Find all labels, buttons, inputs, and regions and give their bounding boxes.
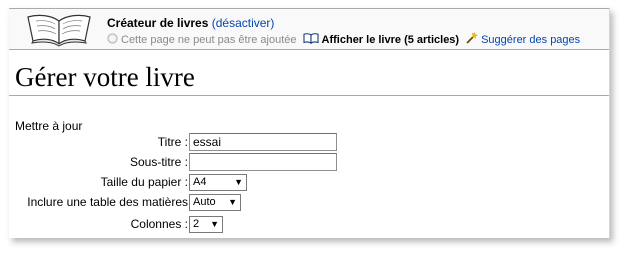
disabled-circle-icon [107,32,118,48]
suggest-pages-link[interactable]: Suggérer des pages [465,31,581,48]
dropdown-arrow-icon: ▼ [228,196,237,207]
deactivate-link[interactable]: (désactiver) [212,16,275,30]
paper-size-select[interactable]: A4 ▼ [189,173,247,191]
dropdown-arrow-icon: ▼ [210,218,219,229]
subtitle-row: Sous-titre : [9,152,609,172]
columns-row: Colonnes : 2 ▼ [9,214,609,234]
page-title: Gérer votre livre [15,62,195,92]
toc-value: Auto [193,195,216,208]
update-button[interactable]: Mettre à jour [15,119,82,133]
page-not-added-item: Cette page ne peut pas être ajoutée [107,32,297,48]
title-label: Titre : [157,135,188,149]
subtitle-label: Sous-titre : [129,155,188,169]
banner-actions: Cette page ne peut pas être ajoutée Affi… [107,31,586,48]
subtitle-input[interactable] [189,153,337,171]
columns-select[interactable]: 2 ▼ [189,215,223,233]
book-creator-banner: Créateur de livres (désactiver) Cette pa… [9,8,609,50]
magic-wand-icon [465,31,479,48]
book-creator-title: Créateur de livres [107,16,209,30]
columns-value: 2 [193,217,200,230]
show-book-link[interactable]: Afficher le livre (5 articles) [302,32,460,48]
title-input[interactable] [189,133,337,151]
paper-size-row: Taille du papier : A4 ▼ [9,172,609,192]
open-book-icon [24,11,94,52]
page-not-added-label: Cette page ne peut pas être ajoutée [121,33,297,46]
paper-size-label: Taille du papier : [100,175,188,189]
toc-select[interactable]: Auto ▼ [189,193,241,211]
heading-divider [9,95,609,96]
book-icon [302,32,319,48]
dropdown-arrow-icon: ▼ [234,176,243,187]
paper-size-value: A4 [193,175,207,188]
title-row: Titre : [9,132,609,152]
columns-label: Colonnes : [130,217,188,231]
toc-label: Inclure une table des matières [27,195,188,209]
toc-row: Inclure une table des matières Auto ▼ [9,192,609,212]
suggest-pages-label: Suggérer des pages [481,33,581,46]
show-book-label: Afficher le livre (5 articles) [321,33,460,46]
banner-title-line: Créateur de livres (désactiver) [107,16,274,30]
book-manager-panel: Créateur de livres (désactiver) Cette pa… [9,8,610,238]
